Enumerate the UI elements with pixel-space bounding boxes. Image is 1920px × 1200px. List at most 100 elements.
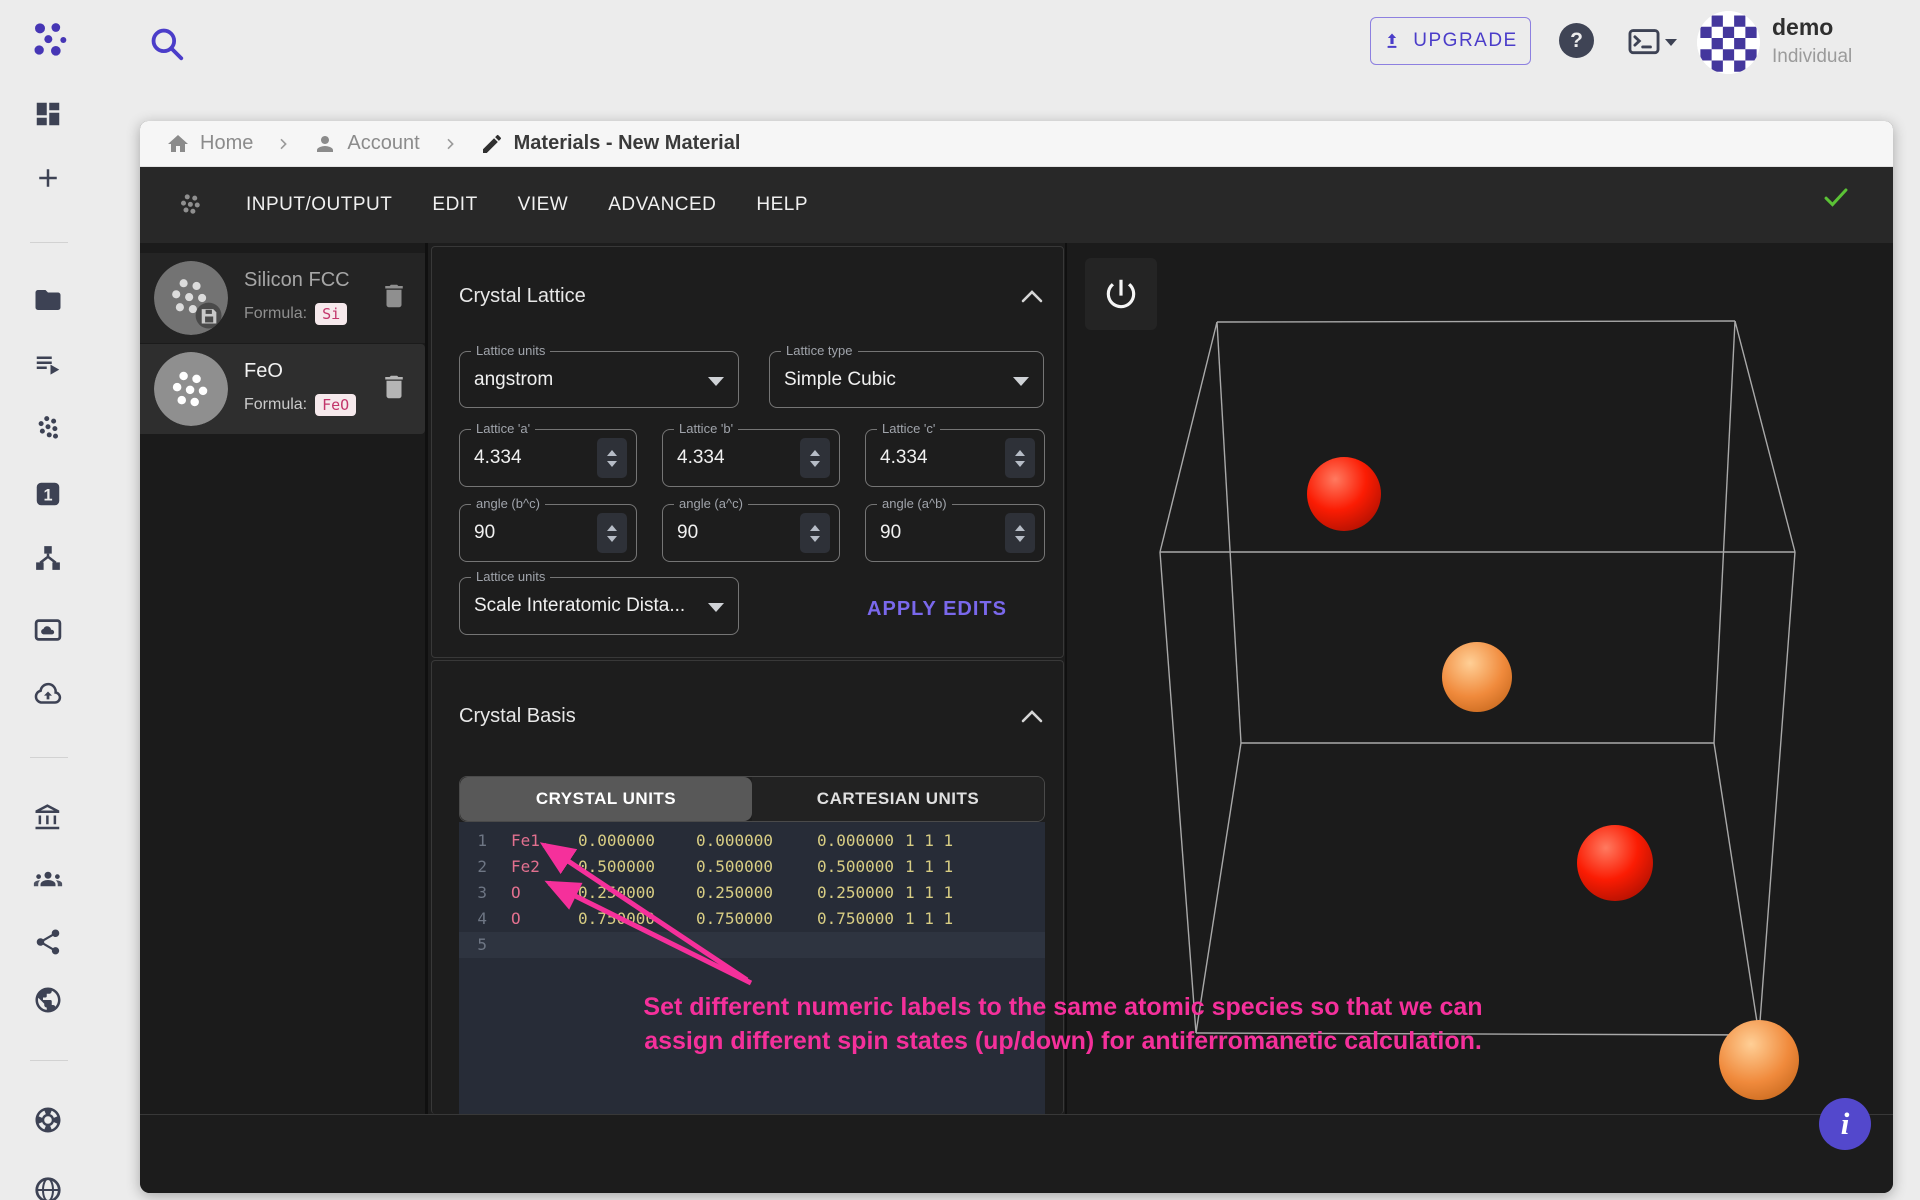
sidebar-item-jobs-icon[interactable]: [33, 349, 63, 379]
upload-icon: [1383, 31, 1401, 51]
user-plan: Individual: [1772, 46, 1852, 68]
lattice-a-input[interactable]: Lattice 'a' 4.334: [459, 429, 637, 487]
content-area: Silicon FCC Formula: Si FeO Formula: FeO: [140, 243, 1893, 1114]
chevron-up-icon[interactable]: [1021, 707, 1043, 725]
sidebar-item-media-icon[interactable]: [33, 615, 63, 645]
sidebar-item-cloud-upload-icon[interactable]: [33, 680, 63, 710]
menubar: INPUT/OUTPUT EDIT VIEW ADVANCED HELP: [140, 167, 1893, 243]
caret-down-icon: [607, 536, 617, 542]
help-button[interactable]: ?: [1559, 23, 1594, 58]
breadcrumb: Home Account Materials - New Material: [140, 121, 1893, 167]
sidebar-item-web-icon[interactable]: [33, 985, 63, 1015]
menu-help[interactable]: HELP: [756, 194, 808, 216]
sidebar-divider: [30, 242, 68, 243]
section-title: Crystal Lattice: [459, 285, 586, 308]
material-item-feo[interactable]: FeO Formula: FeO: [140, 344, 425, 434]
field-value: 4.334: [880, 447, 928, 469]
field-label: Lattice 'c': [877, 421, 940, 436]
lattice-type-select[interactable]: Lattice type Simple Cubic: [769, 351, 1044, 408]
sidebar-item-organization-icon[interactable]: [33, 803, 63, 833]
menu-edit[interactable]: EDIT: [432, 194, 477, 216]
sidebar-item-materials-icon[interactable]: [33, 413, 63, 443]
crystal-lattice-section: Crystal Lattice Lattice units angstrom L…: [431, 246, 1064, 658]
breadcrumb-label: Home: [200, 132, 253, 155]
breadcrumb-home[interactable]: Home: [166, 132, 253, 156]
formula-label: Formula:: [244, 305, 307, 323]
chevron-down-icon: [1665, 39, 1677, 46]
field-value: 4.334: [677, 447, 725, 469]
field-value: angstrom: [474, 369, 553, 391]
angle-beta-input[interactable]: angle (a^c) 90: [662, 504, 840, 562]
3d-viewer-panel[interactable]: [1065, 243, 1893, 1114]
breadcrumb-current-page: Materials - New Material: [480, 132, 741, 156]
menu-view[interactable]: VIEW: [518, 194, 569, 216]
stepper-control[interactable]: [597, 513, 627, 553]
sidebar-item-unit-icon[interactable]: 1: [33, 479, 63, 509]
search-icon[interactable]: [148, 25, 186, 63]
save-check-icon[interactable]: [1819, 183, 1853, 211]
sidebar-item-team-icon[interactable]: [33, 865, 63, 895]
field-value: Scale Interatomic Dista...: [474, 595, 685, 617]
materials-list-panel: Silicon FCC Formula: Si FeO Formula: FeO: [140, 243, 425, 1114]
menu-advanced[interactable]: ADVANCED: [608, 194, 716, 216]
breadcrumb-account[interactable]: Account: [313, 132, 419, 156]
angle-alpha-input[interactable]: angle (b^c) 90: [459, 504, 637, 562]
page-title: Materials - New Material: [514, 132, 741, 155]
lattice-c-input[interactable]: Lattice 'c' 4.334: [865, 429, 1045, 487]
caret-down-icon: [810, 461, 820, 467]
field-value: 90: [474, 522, 495, 544]
code-line: 1Fe10.0000000.0000000.0000001 1 1: [459, 828, 1045, 854]
code-line-current: 5: [459, 932, 1045, 958]
field-value: Simple Cubic: [784, 369, 896, 391]
field-label: angle (a^c): [674, 496, 748, 511]
stepper-control[interactable]: [800, 438, 830, 478]
terminal-icon: [1628, 29, 1660, 55]
sidebar-item-workflows-icon[interactable]: [33, 543, 63, 573]
apply-edits-button[interactable]: APPLY EDITS: [832, 589, 1042, 629]
menu-input-output[interactable]: INPUT/OUTPUT: [246, 194, 392, 216]
stepper-control[interactable]: [1005, 513, 1035, 553]
material-avatar: [154, 261, 228, 335]
material-name: Silicon FCC: [244, 269, 350, 292]
terminal-menu-button[interactable]: [1628, 28, 1680, 56]
field-label: Lattice 'b': [674, 421, 738, 436]
materials-designer-window: Home Account Materials - New Material IN…: [140, 121, 1893, 1193]
upgrade-label: UPGRADE: [1413, 30, 1517, 52]
basis-code-editor[interactable]: 1Fe10.0000000.0000000.0000001 1 1 2Fe20.…: [459, 822, 1045, 1115]
stepper-control[interactable]: [597, 438, 627, 478]
sidebar-item-share-icon[interactable]: [33, 927, 63, 957]
chevron-up-icon[interactable]: [1021, 287, 1043, 305]
info-button[interactable]: i: [1819, 1098, 1871, 1150]
delete-material-icon[interactable]: [379, 370, 409, 404]
caret-down-icon: [1015, 461, 1025, 467]
chevron-right-icon: [442, 136, 458, 152]
lattice-units-select[interactable]: Lattice units angstrom: [459, 351, 739, 408]
sidebar-item-globe-partial-icon[interactable]: [33, 1175, 63, 1200]
code-line: 3O0.2500000.2500000.2500001 1 1: [459, 880, 1045, 906]
field-value: 90: [880, 522, 901, 544]
stepper-control[interactable]: [1005, 438, 1035, 478]
angle-gamma-input[interactable]: angle (a^b) 90: [865, 504, 1045, 562]
sidebar-item-support-icon[interactable]: [33, 1105, 63, 1135]
app-logo-icon[interactable]: [30, 20, 70, 60]
sidebar-item-dashboard-icon[interactable]: [33, 99, 63, 129]
lattice-b-input[interactable]: Lattice 'b' 4.334: [662, 429, 840, 487]
formula-chip: Si: [315, 303, 347, 325]
tab-cartesian-units[interactable]: CARTESIAN UNITS: [752, 777, 1044, 821]
caret-down-icon: [607, 461, 617, 467]
caret-down-icon: [708, 377, 724, 386]
upgrade-button[interactable]: UPGRADE: [1370, 17, 1531, 65]
person-icon: [313, 132, 337, 156]
field-label: Lattice units: [471, 343, 550, 358]
tab-crystal-units[interactable]: CRYSTAL UNITS: [460, 777, 752, 821]
stepper-control[interactable]: [800, 513, 830, 553]
delete-material-icon[interactable]: [379, 279, 409, 313]
sidebar-item-folder-icon[interactable]: [33, 285, 63, 315]
scale-units-select[interactable]: Lattice units Scale Interatomic Dista...: [459, 577, 739, 635]
console-footer: [140, 1114, 1893, 1193]
sidebar-item-add-icon[interactable]: [33, 163, 63, 193]
formula-label: Formula:: [244, 396, 307, 414]
caret-down-icon: [1015, 536, 1025, 542]
material-item-silicon-fcc[interactable]: Silicon FCC Formula: Si: [140, 253, 425, 343]
user-avatar[interactable]: [1697, 11, 1760, 74]
